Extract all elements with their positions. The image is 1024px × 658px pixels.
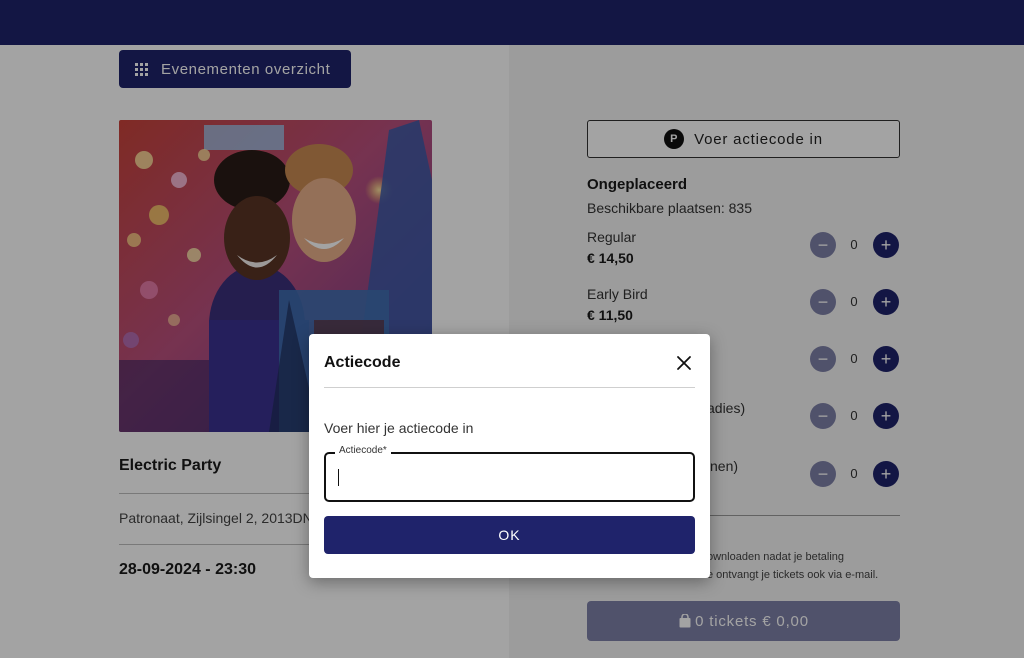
promo-code-field[interactable]: Actiecode*	[324, 445, 695, 502]
text-caret	[338, 469, 339, 486]
field-label: Actiecode*	[335, 445, 391, 456]
divider	[324, 387, 695, 388]
dialog-title: Actiecode	[324, 354, 401, 371]
close-icon[interactable]	[675, 354, 693, 372]
promo-code-dialog: Actiecode Voer hier je actiecode in Acti…	[309, 334, 710, 578]
promo-code-input[interactable]	[340, 464, 680, 490]
dialog-instruction: Voer hier je actiecode in	[324, 420, 474, 436]
ok-button[interactable]: OK	[324, 516, 695, 554]
